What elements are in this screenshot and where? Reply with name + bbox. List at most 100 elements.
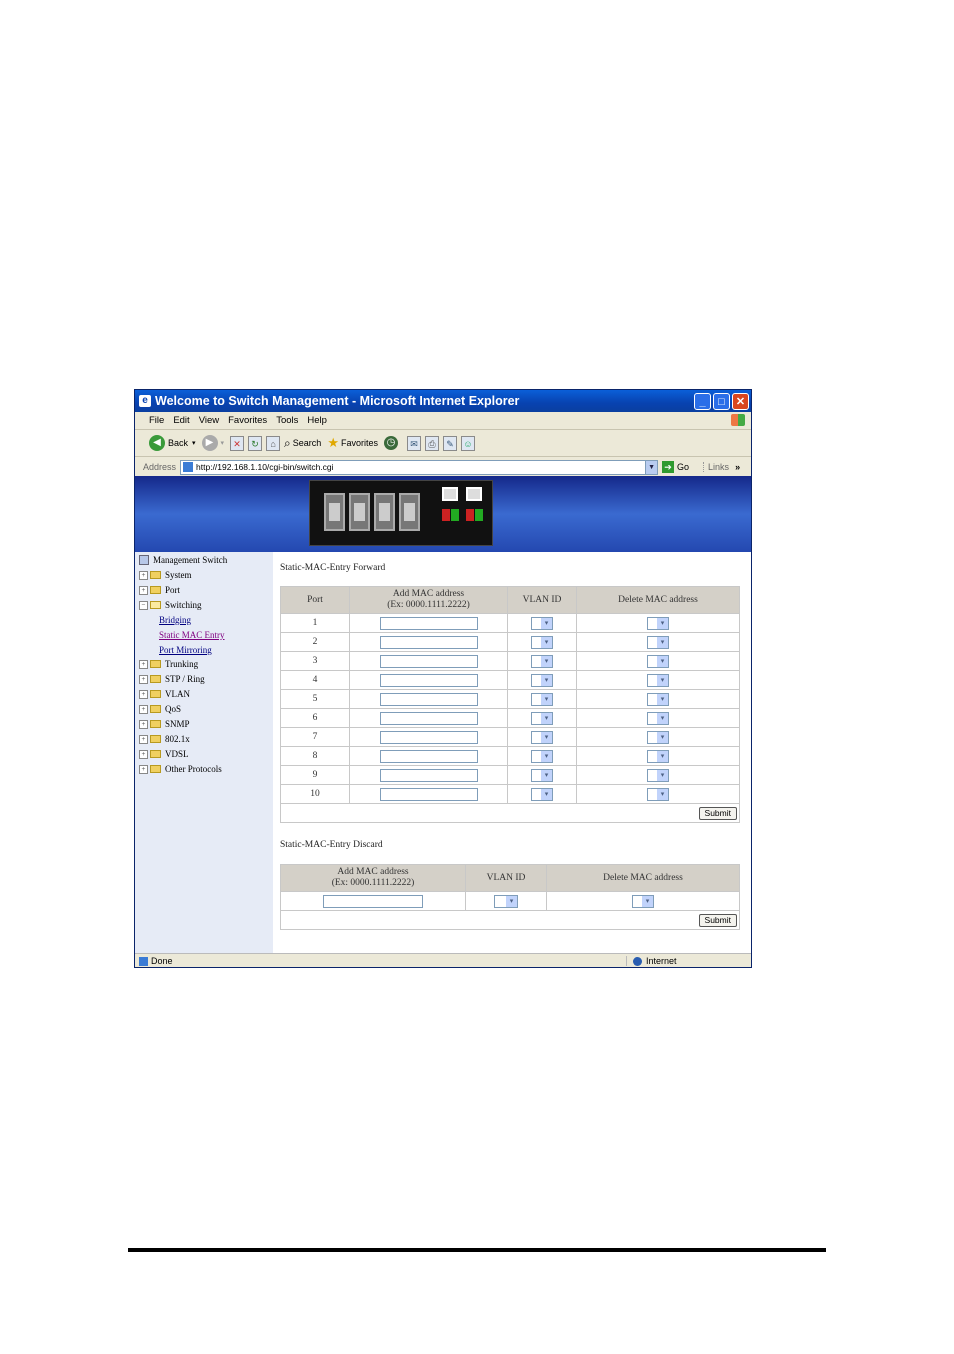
- mac-address-input[interactable]: [379, 749, 478, 763]
- tree-item-system[interactable]: + System: [139, 570, 192, 580]
- page-footer-rule: [128, 1248, 826, 1252]
- messenger-icon[interactable]: ☺: [460, 435, 475, 451]
- expand-icon[interactable]: +: [139, 719, 148, 729]
- tree-item-vdsl[interactable]: + VDSL: [139, 749, 189, 759]
- forward-dropdown-icon[interactable]: ▾: [221, 439, 225, 447]
- delete-cell: ▾: [576, 727, 740, 747]
- delete-mac-select[interactable]: ▾: [647, 635, 669, 649]
- links-button[interactable]: Links: [703, 462, 729, 472]
- expand-icon[interactable]: +: [139, 585, 148, 595]
- sidebar-link-bridging[interactable]: Bridging: [159, 615, 191, 625]
- vlan-id-select[interactable]: ▾: [531, 711, 553, 725]
- tree-item-port[interactable]: + Port: [139, 585, 180, 595]
- menu-tools[interactable]: Tools: [276, 415, 298, 426]
- discard-submit-button[interactable]: Submit: [698, 913, 737, 927]
- search-button[interactable]: ⌕ Search: [284, 436, 321, 451]
- delete-mac-select[interactable]: ▾: [647, 787, 669, 801]
- menu-favorites[interactable]: Favorites: [228, 415, 267, 426]
- tree-item-trunking[interactable]: + Trunking: [139, 659, 198, 669]
- mac-address-input[interactable]: [379, 768, 478, 782]
- history-icon[interactable]: ◷: [383, 436, 398, 450]
- back-dropdown-icon[interactable]: ▾: [192, 439, 196, 447]
- mac-cell: [349, 746, 508, 766]
- mac-address-input[interactable]: [379, 635, 478, 649]
- mac-address-input[interactable]: [379, 787, 478, 801]
- vlan-id-select[interactable]: ▾: [531, 730, 553, 744]
- expand-icon[interactable]: +: [139, 674, 148, 684]
- delete-mac-select[interactable]: ▾: [647, 616, 669, 630]
- menu-help[interactable]: Help: [307, 415, 327, 426]
- stop-icon[interactable]: ✕: [230, 435, 245, 451]
- vlan-id-select[interactable]: ▾: [531, 749, 553, 763]
- col-port: Port: [280, 586, 350, 614]
- tree-root[interactable]: Management Switch: [139, 555, 227, 565]
- chevron-right-icon[interactable]: »: [735, 462, 740, 472]
- tree-item-label: System: [165, 570, 192, 580]
- forward-button[interactable]: ▶ ▾: [201, 435, 225, 451]
- mac-address-input[interactable]: [379, 692, 478, 706]
- close-button[interactable]: ✕: [732, 392, 749, 410]
- delete-mac-select[interactable]: ▾: [647, 749, 669, 763]
- discard-delete-select[interactable]: ▾: [632, 894, 654, 908]
- forward-submit-button[interactable]: Submit: [698, 806, 737, 820]
- delete-mac-select[interactable]: ▾: [647, 654, 669, 668]
- address-dropdown-icon[interactable]: ▼: [645, 460, 658, 474]
- sidebar-link-static-mac-entry[interactable]: Static MAC Entry: [159, 630, 225, 640]
- led-icon: [466, 509, 474, 521]
- discard-mac-input[interactable]: [323, 894, 423, 908]
- vlan-id-select[interactable]: ▾: [531, 768, 553, 782]
- menu-edit[interactable]: Edit: [173, 415, 189, 426]
- tree-item-qos[interactable]: + QoS: [139, 704, 181, 714]
- expand-icon[interactable]: +: [139, 704, 148, 714]
- expand-icon[interactable]: +: [139, 689, 148, 699]
- expand-icon[interactable]: +: [139, 734, 148, 744]
- collapse-icon[interactable]: −: [139, 600, 148, 610]
- vlan-id-select[interactable]: ▾: [531, 787, 553, 801]
- delete-mac-select[interactable]: ▾: [647, 768, 669, 782]
- vlan-id-select[interactable]: ▾: [531, 654, 553, 668]
- delete-mac-select[interactable]: ▾: [647, 673, 669, 687]
- mac-address-input[interactable]: [379, 711, 478, 725]
- expand-icon[interactable]: +: [139, 570, 148, 580]
- back-button[interactable]: ◀ Back ▾: [149, 435, 196, 451]
- vlan-id-select[interactable]: ▾: [531, 673, 553, 687]
- mac-address-input[interactable]: [379, 654, 478, 668]
- minimize-button[interactable]: _: [694, 392, 711, 410]
- vlan-id-select[interactable]: ▾: [531, 616, 553, 630]
- mail-icon[interactable]: ✉: [406, 435, 421, 451]
- tree-item-other-protocols[interactable]: + Other Protocols: [139, 764, 222, 774]
- mac-address-input[interactable]: [379, 730, 478, 744]
- vlan-id-select[interactable]: ▾: [531, 692, 553, 706]
- delete-mac-select[interactable]: ▾: [647, 730, 669, 744]
- tree-item-8021x[interactable]: +802.1x: [139, 734, 190, 744]
- go-button[interactable]: ➔ Go: [662, 461, 689, 473]
- vlan-id-select[interactable]: ▾: [531, 635, 553, 649]
- tree-item-stp-ring[interactable]: + STP / Ring: [139, 674, 205, 684]
- menu-view[interactable]: View: [199, 415, 219, 426]
- mac-address-input[interactable]: [379, 616, 478, 630]
- favorites-button[interactable]: ★ Favorites: [327, 435, 378, 451]
- mac-cell: [349, 765, 508, 785]
- tree-item-switching[interactable]: − Switching: [139, 600, 202, 610]
- tree-item-snmp[interactable]: + SNMP: [139, 719, 190, 729]
- status-bar: Done Internet: [135, 953, 751, 967]
- mac-cell: [349, 784, 508, 804]
- delete-mac-select[interactable]: ▾: [647, 711, 669, 725]
- discard-vlan-select[interactable]: ▾: [494, 894, 518, 908]
- refresh-icon[interactable]: ↻: [248, 435, 263, 451]
- expand-icon[interactable]: +: [139, 659, 148, 669]
- maximize-button[interactable]: □: [713, 392, 730, 410]
- menu-file[interactable]: File: [149, 415, 164, 426]
- mac-address-input[interactable]: [379, 673, 478, 687]
- expand-icon[interactable]: +: [139, 749, 148, 759]
- expand-icon[interactable]: +: [139, 764, 148, 774]
- delete-mac-select[interactable]: ▾: [647, 692, 669, 706]
- address-label: Address: [143, 462, 177, 472]
- address-input[interactable]: http://192.168.1.10/cgi-bin/switch.cgi ▼: [180, 459, 659, 475]
- sidebar-link-port-mirroring[interactable]: Port Mirroring: [159, 645, 212, 655]
- tree-item-vlan[interactable]: + VLAN: [139, 689, 190, 699]
- chevron-down-icon: ▾: [541, 712, 552, 724]
- print-icon[interactable]: ⎙: [424, 435, 439, 451]
- home-icon[interactable]: ⌂: [266, 435, 281, 451]
- edit-icon[interactable]: ✎: [442, 435, 457, 451]
